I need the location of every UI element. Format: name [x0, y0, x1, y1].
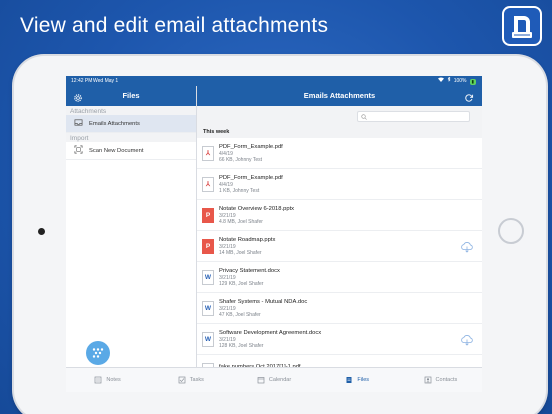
- status-bar: 12:42 PM Wed May 1 100% ▮: [66, 76, 482, 86]
- file-row[interactable]: W Privacy Statement.docx 3/21/19 129 KB, Jo…: [197, 262, 482, 293]
- file-row[interactable]: ⅄ PDF_Form_Example.pdf 4/4/19 1 KB, Johnny …: [197, 169, 482, 200]
- files-icon: [346, 377, 352, 383]
- blackberry-button[interactable]: [86, 341, 110, 365]
- file-row[interactable]: W Shafer Systems - Mutual NDA.doc 3/21/19 4…: [197, 293, 482, 324]
- file-meta: Notate Overview 6-2018.pptx 3/21/19 4.8 MB…: [219, 206, 294, 225]
- section-label-attachments: Attachments: [66, 106, 196, 115]
- app-screen: 12:42 PM Wed May 1 100% ▮ Files Attachme…: [66, 76, 482, 392]
- docx-file-icon: W: [202, 269, 214, 285]
- file-size-owner: 128 KB, Joel Shafer: [219, 342, 264, 349]
- file-meta: PDF_Form_Example.pdf 4/4/19 1 KB, Johnny T…: [219, 175, 283, 194]
- file-row[interactable]: W Software Development Agreement.docx 3/21…: [197, 324, 482, 355]
- pptx-file-icon: P: [202, 207, 214, 223]
- pptx-file-icon: P: [202, 238, 214, 254]
- file-size-owner: 47 KB, Joel Shafer: [219, 311, 261, 318]
- refresh-icon[interactable]: [464, 91, 474, 102]
- file-meta: Notate Roadmap.pptx 3/21/19 14 MB, Joel Sh…: [219, 237, 275, 256]
- tab-bar: Notes Tasks Calendar Files Contacts: [66, 367, 482, 392]
- tab-label: Calendar: [268, 377, 292, 383]
- file-name: Privacy Statement.docx: [219, 267, 280, 274]
- docx-file-icon: W: [202, 331, 214, 347]
- status-time: 12:42 PM: [71, 78, 93, 84]
- tab-label: Tasks: [189, 377, 204, 383]
- file-name: Software Development Agreement.docx: [219, 329, 322, 336]
- main-title: Emails Attachments: [303, 91, 376, 100]
- camera: [38, 228, 45, 235]
- notes-icon: [95, 376, 102, 384]
- section-label-import: Import: [66, 133, 196, 142]
- file-row[interactable]: P Notate Roadmap.pptx 3/21/19 14 MB, Joel S…: [197, 231, 482, 262]
- sidebar-item-scan-new-document[interactable]: Scan New Document: [66, 142, 196, 160]
- file-name: PDF_Form_Example.pdf: [219, 143, 283, 150]
- sidebar-item-emails-attachments[interactable]: Emails Attachments: [66, 115, 196, 133]
- bluetooth-icon: [447, 76, 451, 86]
- wifi-icon: [437, 76, 444, 86]
- home-button[interactable]: [498, 218, 524, 244]
- sidebar-header: Files: [66, 86, 196, 106]
- battery-percent: 100%: [453, 78, 467, 84]
- pdf-file-icon: ⅄: [202, 176, 214, 192]
- main-header: Emails Attachments: [197, 86, 482, 106]
- status-date: Wed May 1: [93, 78, 119, 84]
- tab-label: Contacts: [435, 377, 458, 383]
- file-list: ⅄ PDF_Form_Example.pdf 4/4/19 66 KB, Johnny…: [197, 138, 482, 386]
- tab-notes[interactable]: Notes: [66, 368, 149, 392]
- tasks-icon: [178, 376, 186, 384]
- tab-label: Notes: [106, 377, 121, 383]
- file-size-owner: 66 KB, Johnny Test: [219, 156, 262, 163]
- calendar-icon: [257, 377, 265, 384]
- inbox-icon: [74, 118, 83, 129]
- file-size-owner: 129 KB, Joel Shafer: [219, 280, 264, 287]
- group-label: This week: [197, 126, 482, 138]
- file-name: Notate Overview 6-2018.pptx: [219, 205, 295, 212]
- app-logo: [502, 6, 542, 46]
- battery-icon: ▮: [469, 79, 476, 85]
- ipad-device: 12:42 PM Wed May 1 100% ▮ Files Attachme…: [14, 56, 546, 414]
- cloud-download-icon[interactable]: [460, 333, 474, 346]
- file-name: Notate Roadmap.pptx: [219, 236, 276, 243]
- main-panel: Emails Attachments This week ⅄ PDF_Form_E…: [197, 86, 482, 386]
- scan-icon: [74, 145, 83, 156]
- file-name: Shafer Systems - Mutual NDA.doc: [219, 298, 308, 305]
- sidebar-item-label: Scan New Document: [89, 147, 144, 154]
- contacts-icon: [424, 376, 431, 384]
- file-meta: PDF_Form_Example.pdf 4/4/19 66 KB, Johnny …: [219, 144, 283, 163]
- docx-file-icon: W: [202, 300, 214, 316]
- tab-tasks[interactable]: Tasks: [149, 368, 232, 392]
- sidebar-title: Files: [122, 91, 140, 100]
- page-headline: View and edit email attachments: [20, 14, 329, 37]
- search-bar: [197, 106, 482, 126]
- file-size-owner: 1 KB, Johnny Test: [219, 187, 260, 194]
- file-meta: Software Development Agreement.docx 3/21/…: [219, 330, 321, 349]
- file-meta: Shafer Systems - Mutual NDA.doc 3/21/19 47…: [219, 299, 307, 318]
- file-size-owner: 4.8 MB, Joel Shafer: [219, 218, 263, 225]
- tab-contacts[interactable]: Contacts: [399, 368, 482, 392]
- pdf-file-icon: ⅄: [202, 145, 214, 161]
- tab-label: Files: [357, 377, 370, 383]
- file-meta: Privacy Statement.docx 3/21/19 129 KB, Joe…: [219, 268, 280, 287]
- search-icon: [361, 114, 367, 120]
- file-size-owner: 14 MB, Joel Shafer: [219, 249, 262, 256]
- tab-files[interactable]: Files: [316, 368, 399, 392]
- sidebar: Files Attachments Emails Attachments Imp…: [66, 86, 197, 367]
- file-row[interactable]: P Notate Overview 6-2018.pptx 3/21/19 4.8 M…: [197, 200, 482, 231]
- file-name: PDF_Form_Example.pdf: [219, 174, 283, 181]
- tab-calendar[interactable]: Calendar: [232, 368, 315, 392]
- file-row[interactable]: ⅄ PDF_Form_Example.pdf 4/4/19 66 KB, Johnny…: [197, 138, 482, 169]
- cloud-download-icon[interactable]: [460, 240, 474, 253]
- search-input[interactable]: [357, 111, 470, 122]
- sidebar-item-label: Emails Attachments: [89, 120, 140, 127]
- gear-icon[interactable]: [73, 91, 83, 102]
